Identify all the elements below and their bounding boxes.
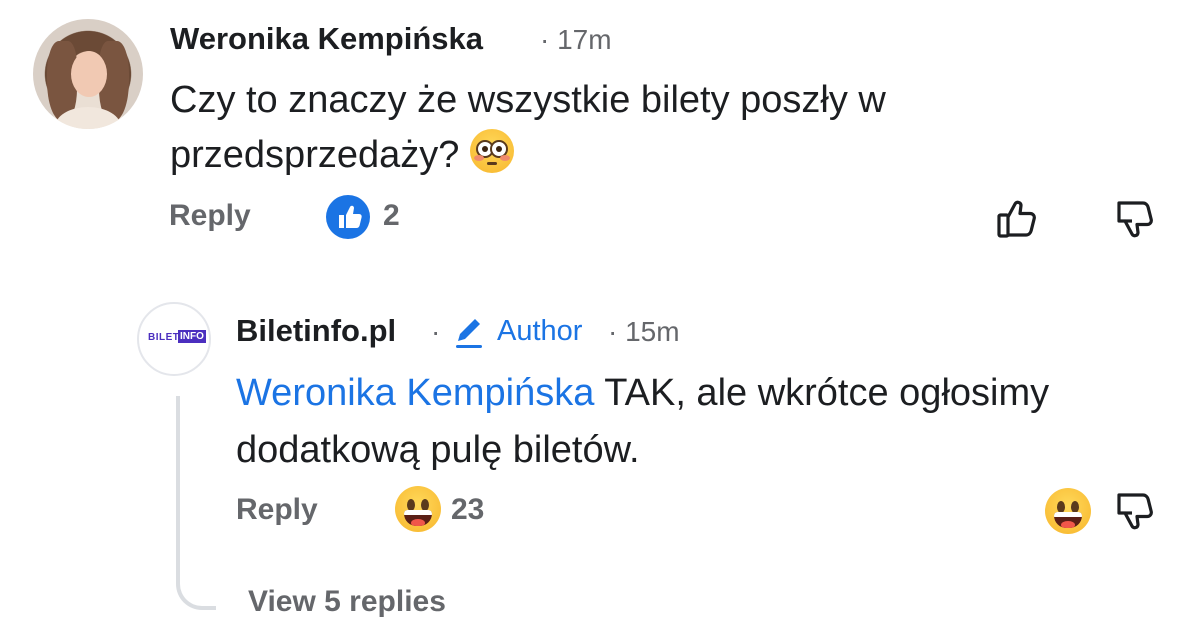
mention-link[interactable]: Weronika Kempińska	[236, 372, 594, 414]
haha-react-button-icon[interactable]	[1045, 488, 1092, 534]
like-count[interactable]: 2	[383, 199, 400, 233]
author-badge: Author	[497, 315, 583, 347]
meta-separator-dot: ·	[431, 316, 441, 347]
comment-reply-button[interactable]: Reply	[169, 199, 251, 233]
commenter-avatar[interactable]	[33, 19, 143, 129]
pencil-icon	[450, 313, 488, 351]
view-replies-link[interactable]: View 5 replies	[248, 585, 446, 619]
comment-text: Czy to znaczy że wszystkie bilety poszły…	[170, 73, 1050, 183]
reply-text: Weronika Kempińska TAK, ale wkrótce ogło…	[236, 365, 1166, 479]
reply-reply-button[interactable]: Reply	[236, 493, 318, 527]
comment-text-body: Czy to znaczy że wszystkie bilety poszły…	[170, 79, 886, 176]
reaction-count[interactable]: 23	[451, 493, 484, 527]
haha-reaction-icon[interactable]	[395, 486, 441, 532]
thread-connector-line	[176, 396, 216, 610]
thumbs-down-icon[interactable]	[1110, 485, 1162, 537]
logo-text-bilet: BILET	[148, 332, 180, 343]
comment-author-name[interactable]: Weronika Kempińska	[170, 21, 483, 57]
reply-timestamp: · 15m	[608, 316, 680, 347]
like-reaction-icon[interactable]	[326, 195, 370, 239]
thumbs-down-icon[interactable]	[1110, 193, 1162, 245]
logo-text-info: INFO	[178, 330, 206, 343]
biletinfo-logo-avatar[interactable]: BILET INFO	[137, 302, 211, 376]
reply-author-name[interactable]: Biletinfo.pl	[236, 313, 396, 349]
avatar-face	[71, 51, 107, 97]
thumbs-up-icon[interactable]	[992, 193, 1044, 245]
comment-timestamp: · 17m	[540, 24, 612, 55]
flushed-face-emoji-icon	[469, 129, 514, 173]
